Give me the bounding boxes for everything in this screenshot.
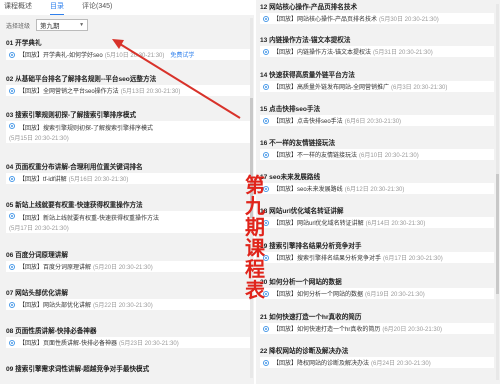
overlay-char: 程 xyxy=(245,257,265,281)
overlay-char: 九 xyxy=(245,194,265,218)
overlay-caption: 第 九 期 课 程 表 xyxy=(240,175,270,301)
arrow-head-icon xyxy=(112,39,124,49)
arrow-line xyxy=(119,43,241,119)
overlay-char: 期 xyxy=(245,215,265,239)
overlay-char: 课 xyxy=(245,236,265,260)
overlay-char: 表 xyxy=(245,278,265,302)
overlay-char: 第 xyxy=(245,173,265,197)
